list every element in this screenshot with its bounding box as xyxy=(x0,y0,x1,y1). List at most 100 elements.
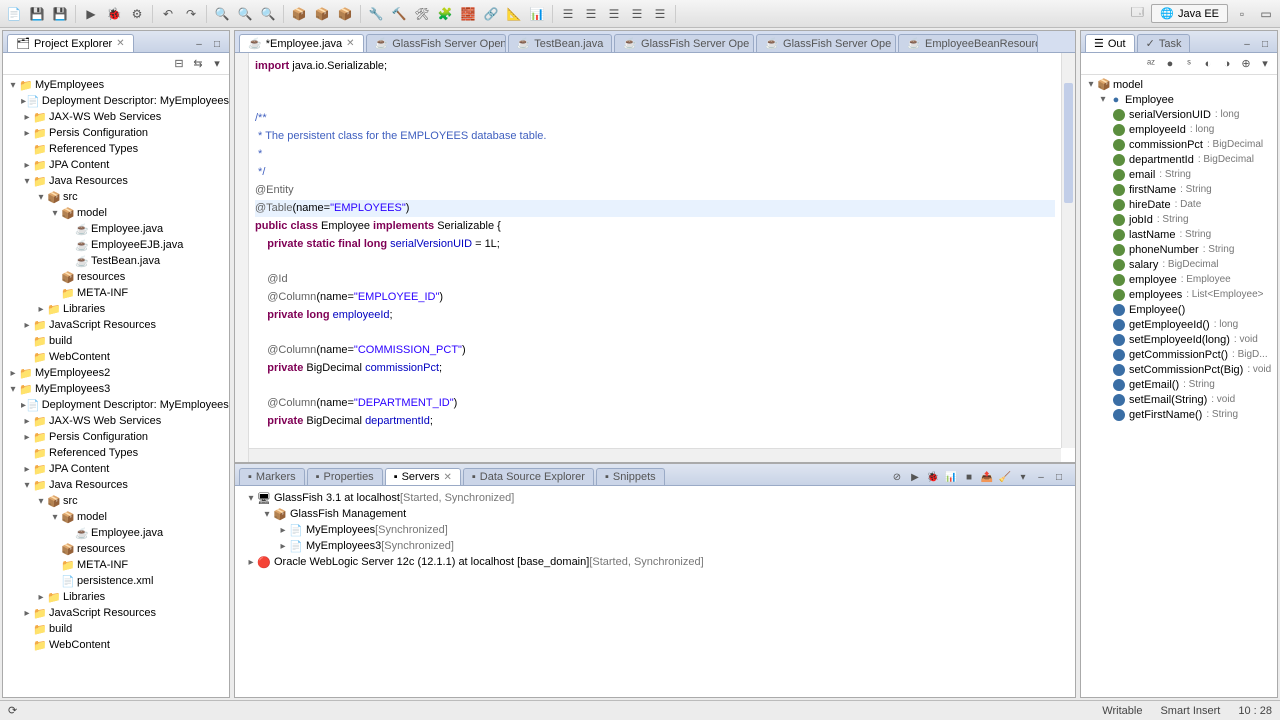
toolbar-button[interactable]: 📊 xyxy=(527,4,547,24)
tree-item[interactable]: 📄persistence.xml xyxy=(3,573,229,589)
toolbar-button[interactable]: 📐 xyxy=(504,4,524,24)
hide-static-icon[interactable]: ˢ xyxy=(1181,56,1197,72)
toolbar-button[interactable]: ☰ xyxy=(627,4,647,24)
toolbar-button[interactable]: 🛠 xyxy=(412,4,432,24)
editor-tab[interactable]: ☕*Employee.java✕ xyxy=(239,34,364,52)
outline-member[interactable]: jobId: String xyxy=(1085,212,1273,227)
minimize-bottom-icon[interactable]: – xyxy=(1033,469,1049,485)
outline-tab[interactable]: ☰Out xyxy=(1085,34,1135,52)
outline-member[interactable]: Employee() xyxy=(1085,302,1273,317)
outline-member[interactable]: departmentId: BigDecimal xyxy=(1085,152,1273,167)
tree-item[interactable]: ▸📄Deployment Descriptor: MyEmployees xyxy=(3,93,229,109)
toolbar-button[interactable]: 💾 xyxy=(50,4,70,24)
maximize-outline-icon[interactable]: □ xyxy=(1257,36,1273,52)
tree-item[interactable]: 📦resources xyxy=(3,269,229,285)
tree-item[interactable]: 📁Referenced Types xyxy=(3,141,229,157)
link-editor-icon[interactable]: ⇆ xyxy=(190,56,206,72)
expand-icon[interactable]: ▾ xyxy=(35,496,47,507)
editor-tab[interactable]: ☕GlassFish Server Ope xyxy=(756,34,896,52)
bottom-tab[interactable]: ▪Snippets xyxy=(596,468,665,485)
profile-server-icon[interactable]: 📊 xyxy=(943,469,959,485)
sort-icon[interactable]: ᵃᶻ xyxy=(1143,56,1159,72)
twisty-icon[interactable]: ▸ xyxy=(245,557,257,568)
maximize-icon[interactable]: ▭ xyxy=(1256,4,1276,24)
tree-item[interactable]: ▸📁Libraries xyxy=(3,589,229,605)
outline-member[interactable]: getEmployeeId(): long xyxy=(1085,317,1273,332)
collapse-icon[interactable]: ▸ xyxy=(21,112,33,123)
toolbar-button[interactable]: 💾 xyxy=(27,4,47,24)
toolbar-button[interactable]: 📄 xyxy=(4,4,24,24)
toolbar-button[interactable]: ☰ xyxy=(604,4,624,24)
tree-item[interactable]: ▸📁JavaScript Resources xyxy=(3,317,229,333)
tree-item[interactable]: ☕Employee.java xyxy=(3,221,229,237)
twisty-icon[interactable]: ▾ xyxy=(261,509,273,520)
tree-item[interactable]: ▾📦src xyxy=(3,493,229,509)
tree-item[interactable]: 📁WebContent xyxy=(3,349,229,365)
outline-member[interactable]: getCommissionPct(): BigD... xyxy=(1085,347,1273,362)
toolbar-button[interactable]: ⚙ xyxy=(127,4,147,24)
editor-tab[interactable]: ☕GlassFish Server Ope xyxy=(614,34,754,52)
collapse-icon[interactable]: ▸ xyxy=(21,464,33,475)
tree-item[interactable]: 📁build xyxy=(3,333,229,349)
outline-class[interactable]: ▾●Employee xyxy=(1085,92,1273,107)
project-explorer-tab[interactable]: 🗂 Project Explorer ✕ xyxy=(7,34,134,52)
server-item[interactable]: ▸📄MyEmployees3 [Synchronized] xyxy=(241,538,1069,554)
close-icon[interactable]: ✕ xyxy=(346,38,354,49)
code-editor[interactable]: import java.io.Serializable; /** * The p… xyxy=(235,53,1075,462)
outline-tree[interactable]: ▾📦model▾●EmployeeserialVersionUID: longe… xyxy=(1081,75,1277,697)
tree-item[interactable]: ▸📁JPA Content xyxy=(3,461,229,477)
tree-item[interactable]: ▸📁JAX-WS Web Services xyxy=(3,413,229,429)
outline-menu-icon[interactable]: ▾ xyxy=(1257,56,1273,72)
outline-package[interactable]: ▾📦model xyxy=(1085,77,1273,92)
server-item[interactable]: ▸📄MyEmployees [Synchronized] xyxy=(241,522,1069,538)
twisty-icon[interactable]: ▸ xyxy=(277,525,289,536)
bottom-tab[interactable]: ▪Servers✕ xyxy=(385,468,461,485)
perspective-button[interactable]: 🌐 Java EE xyxy=(1151,4,1228,23)
outline-member[interactable]: hireDate: Date xyxy=(1085,197,1273,212)
collapse-icon[interactable]: ▸ xyxy=(35,304,47,315)
tree-item[interactable]: 📁META-INF xyxy=(3,285,229,301)
toolbar-button[interactable]: 🔍 xyxy=(235,4,255,24)
maximize-view-icon[interactable]: □ xyxy=(209,36,225,52)
editor-tab[interactable]: ☕EmployeeBeanResource xyxy=(898,34,1038,52)
outline-member[interactable]: getFirstName(): String xyxy=(1085,407,1273,422)
server-item[interactable]: ▾📦GlassFish Management xyxy=(241,506,1069,522)
toolbar-button[interactable]: 🧱 xyxy=(458,4,478,24)
outline-member[interactable]: salary: BigDecimal xyxy=(1085,257,1273,272)
tree-item[interactable]: ▾📁Java Resources xyxy=(3,173,229,189)
collapse-all-icon[interactable]: ⊟ xyxy=(171,56,187,72)
tree-item[interactable]: 📦resources xyxy=(3,541,229,557)
view-menu-icon[interactable]: ▾ xyxy=(209,56,225,72)
toolbar-button[interactable]: 📦 xyxy=(289,4,309,24)
minimize-outline-icon[interactable]: – xyxy=(1239,36,1255,52)
toolbar-button[interactable]: ☰ xyxy=(581,4,601,24)
toolbar-button[interactable]: ▶ xyxy=(81,4,101,24)
toolbar-button[interactable]: 📦 xyxy=(335,4,355,24)
toolbar-button[interactable]: ↶ xyxy=(158,4,178,24)
bottom-tab[interactable]: ▪Properties xyxy=(307,468,383,485)
tree-item[interactable]: 📁build xyxy=(3,621,229,637)
horizontal-scrollbar[interactable] xyxy=(249,448,1061,462)
collapse-icon[interactable]: ▸ xyxy=(35,592,47,603)
minimize-icon[interactable]: ▫ xyxy=(1232,4,1252,24)
toolbar-button[interactable]: 🔨 xyxy=(389,4,409,24)
maximize-bottom-icon[interactable]: □ xyxy=(1051,469,1067,485)
editor-tab[interactable]: ☕TestBean.java xyxy=(508,34,613,52)
tree-item[interactable]: ▾📁Java Resources xyxy=(3,477,229,493)
outline-member[interactable]: employee: Employee xyxy=(1085,272,1273,287)
tree-item[interactable]: ▸📁JAX-WS Web Services xyxy=(3,109,229,125)
collapse-icon[interactable]: ▸ xyxy=(21,128,33,139)
outline-member[interactable]: setCommissionPct(Big): void xyxy=(1085,362,1273,377)
start-server-icon[interactable]: ▶ xyxy=(907,469,923,485)
clean-icon[interactable]: 🧹 xyxy=(997,469,1013,485)
close-icon[interactable]: ✕ xyxy=(116,38,124,49)
outline-member[interactable]: setEmployeeId(long): void xyxy=(1085,332,1273,347)
focus-icon[interactable]: ⊕ xyxy=(1238,56,1254,72)
toolbar-button[interactable]: 🧩 xyxy=(435,4,455,24)
outline-member[interactable]: lastName: String xyxy=(1085,227,1273,242)
hide-fields-icon[interactable]: ● xyxy=(1162,56,1178,72)
outline-member[interactable]: email: String xyxy=(1085,167,1273,182)
code-content[interactable]: import java.io.Serializable; /** * The p… xyxy=(249,53,1061,448)
tree-item[interactable]: ▸📁JPA Content xyxy=(3,157,229,173)
bottom-tab[interactable]: ▪Data Source Explorer xyxy=(463,468,594,485)
